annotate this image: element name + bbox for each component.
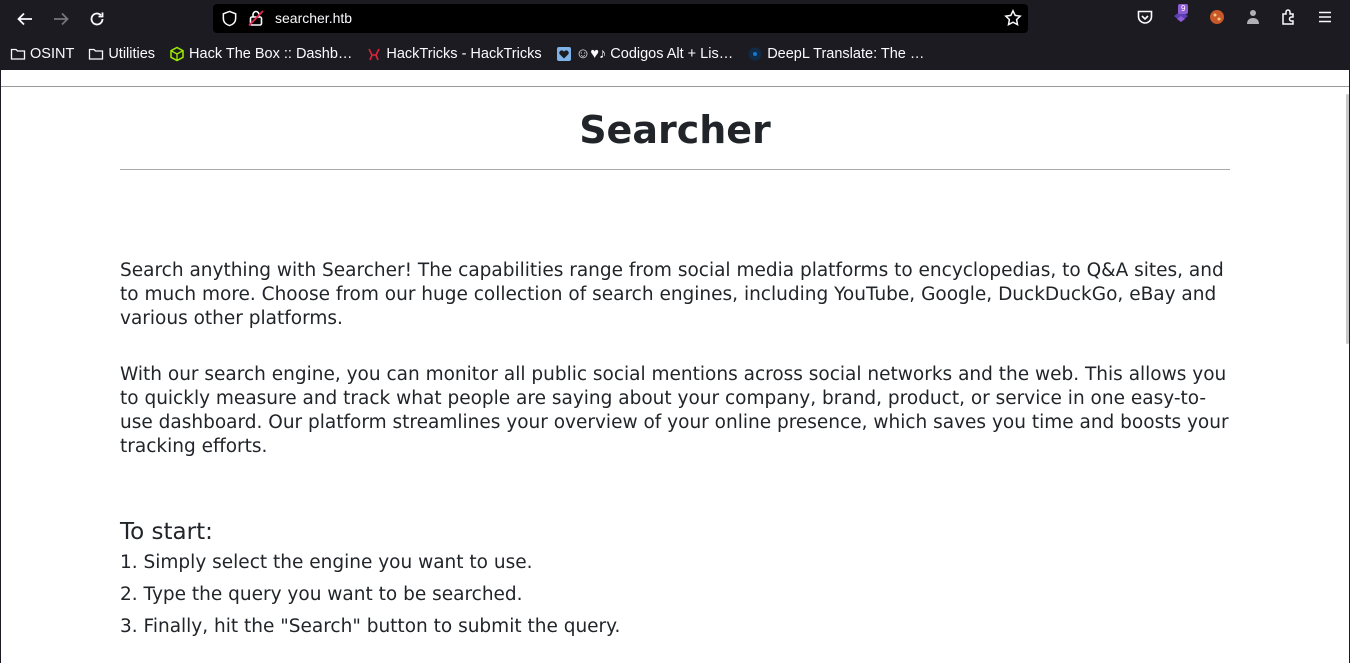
arrow-right-icon xyxy=(54,12,69,26)
bookmark-osint[interactable]: OSINT xyxy=(10,46,74,62)
bookmark-label: Hack The Box :: Dashb… xyxy=(189,46,353,62)
extension-button-2[interactable] xyxy=(1206,6,1228,28)
menu-button[interactable] xyxy=(1314,6,1336,28)
hacktricks-icon xyxy=(366,46,382,62)
deepl-icon xyxy=(747,46,763,62)
bookmark-label: DeepL Translate: The … xyxy=(767,46,925,62)
url-bar[interactable]: searcher.htb xyxy=(213,4,1028,33)
extension-button-3[interactable] xyxy=(1242,6,1264,28)
bookmark-label: HackTricks - HackTricks xyxy=(386,46,542,62)
step-item: 1. Simply select the engine you want to … xyxy=(120,552,533,573)
description-paragraph: With our search engine, you can monitor … xyxy=(120,364,1229,457)
intro-paragraph: Search anything with Searcher! The capab… xyxy=(120,260,1224,329)
arrow-left-icon xyxy=(17,12,32,26)
reload-button[interactable] xyxy=(82,4,112,34)
hamburger-menu-icon xyxy=(1319,11,1331,23)
bookmark-label: OSINT xyxy=(30,46,75,62)
extension-badge: 9 xyxy=(1178,4,1189,14)
bookmark-hackthebox[interactable]: Hack The Box :: Dashb… xyxy=(169,46,352,62)
bookmark-deepl[interactable]: DeepL Translate: The … xyxy=(747,46,924,62)
steps-list: 1. Simply select the engine you want to … xyxy=(120,551,1230,639)
web-page: Searcher Search anything with Searcher! … xyxy=(1,70,1349,663)
bookmark-codigos-alt[interactable]: ☺♥♪ Codigos Alt + Lis… xyxy=(556,46,734,62)
page-scrollbar[interactable] xyxy=(1346,94,1349,344)
bookmark-label: Utilities xyxy=(108,46,156,62)
back-button[interactable] xyxy=(10,4,40,34)
cookie-extension-icon xyxy=(1210,10,1224,24)
insecure-lock-icon[interactable] xyxy=(247,9,265,27)
bookmark-star-icon[interactable] xyxy=(1004,9,1022,27)
pocket-icon xyxy=(1137,10,1153,24)
page-title: Searcher xyxy=(579,108,771,152)
start-heading: To start: xyxy=(120,519,213,545)
bookmark-label: ☺♥♪ Codigos Alt + Lis… xyxy=(575,46,734,62)
tracking-shield-icon[interactable] xyxy=(221,10,238,27)
url-text[interactable]: searcher.htb xyxy=(275,10,352,26)
puzzle-icon xyxy=(1282,9,1294,25)
folder-icon xyxy=(10,46,26,62)
browser-toolbar: searcher.htb 9 OSINT Utilities Hack The … xyxy=(0,0,1350,70)
bookmarks-toolbar: OSINT Utilities Hack The Box :: Dashb… H… xyxy=(0,40,1350,68)
step-item: 2. Type the query you want to be searche… xyxy=(120,584,523,605)
puzzle-agent-icon xyxy=(1247,10,1259,24)
title-divider xyxy=(120,169,1230,170)
htb-cube-icon xyxy=(169,46,185,62)
folder-icon xyxy=(88,46,104,62)
main-content: Searcher Search anything with Searcher! … xyxy=(120,86,1230,639)
step-item: 3. Finally, hit the "Search" button to s… xyxy=(120,616,621,637)
extensions-button[interactable] xyxy=(1278,6,1300,28)
reload-icon xyxy=(90,12,104,26)
pocket-button[interactable] xyxy=(1134,6,1156,28)
bookmark-hacktricks[interactable]: HackTricks - HackTricks xyxy=(366,46,542,62)
forward-button[interactable] xyxy=(46,4,76,34)
bookmark-utilities[interactable]: Utilities xyxy=(88,46,155,62)
heart-icon xyxy=(556,46,572,62)
